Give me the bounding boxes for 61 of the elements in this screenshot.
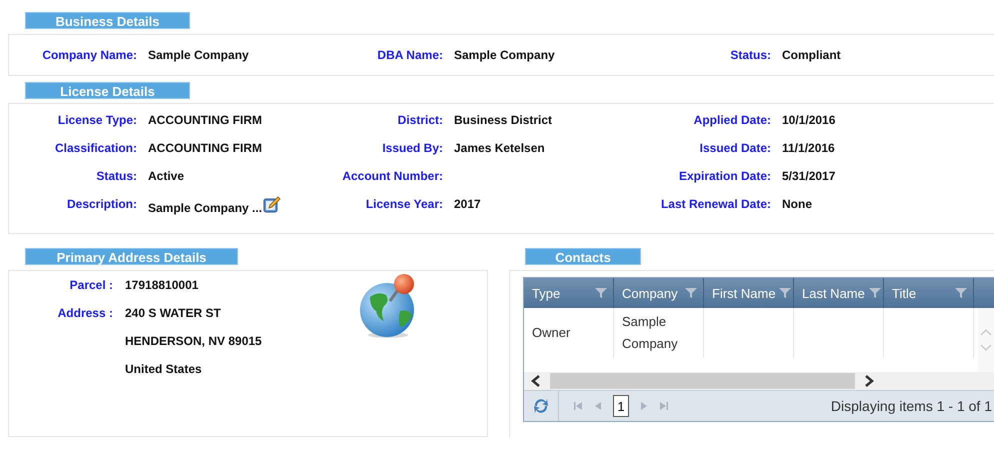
field-label: Address : <box>56 305 114 322</box>
field-value: 10/1/2016 <box>782 113 836 127</box>
refresh-icon[interactable] <box>532 397 550 415</box>
field-label: Parcel : <box>68 277 114 294</box>
field-label: Status: <box>729 48 772 62</box>
field-value: ACCOUNTING FIRM <box>148 141 262 155</box>
table-cell-text: Sample Company <box>622 313 679 353</box>
field-value: Sample Company ... <box>148 201 262 215</box>
field-value: Active <box>148 169 184 183</box>
column-header[interactable]: Type <box>524 278 614 308</box>
field-value: None <box>782 197 812 211</box>
filter-icon[interactable] <box>869 287 881 299</box>
section-header: Contacts <box>525 248 641 265</box>
field-value: 5/31/2017 <box>782 169 836 183</box>
field-label: Status: <box>95 169 138 183</box>
field-value: 17918810001 <box>125 277 200 294</box>
filter-icon[interactable] <box>779 287 791 299</box>
column-header[interactable]: First Name <box>704 278 794 308</box>
field-label: Applied Date: <box>692 113 772 127</box>
section-header: License Details <box>25 82 190 99</box>
field-value: Business District <box>454 113 552 127</box>
field-label: Expiration Date: <box>678 169 772 183</box>
field-value: Compliant <box>782 48 842 62</box>
field-label: Last Renewal Date: <box>660 197 772 211</box>
section-header: Primary Address Details <box>25 248 238 265</box>
last-page-icon[interactable] <box>659 401 669 411</box>
first-page-icon[interactable] <box>573 401 583 411</box>
field-label: Classification: <box>54 141 138 155</box>
field-value: ACCOUNTING FIRM <box>148 113 262 127</box>
pager-status: Displaying items 1 - 1 of 1 <box>830 398 993 414</box>
previous-page-icon[interactable] <box>593 401 603 411</box>
field-label: Issued By: <box>381 141 444 155</box>
filter-icon[interactable] <box>955 287 967 299</box>
horizontal-scrollbar[interactable] <box>524 372 994 390</box>
field-label: Description: <box>66 197 138 211</box>
vertical-scrollbar[interactable] <box>978 308 994 372</box>
next-page-icon[interactable] <box>639 401 649 411</box>
field-value: 11/1/2016 <box>782 141 835 155</box>
field-value: 2017 <box>454 197 481 211</box>
field-label: License Type: <box>56 113 138 127</box>
column-header[interactable]: Company <box>614 278 704 308</box>
address-line: 240 S WATER ST <box>125 305 222 322</box>
page-number[interactable]: 1 <box>613 395 629 417</box>
edit-icon[interactable] <box>263 195 282 213</box>
section-header: Business Details <box>25 12 190 29</box>
filter-icon[interactable] <box>685 287 697 299</box>
field-value: James Ketelsen <box>454 141 545 155</box>
column-header[interactable]: Last Name <box>794 278 884 308</box>
field-label: Account Number: <box>341 169 444 183</box>
column-header[interactable]: Title <box>884 278 974 308</box>
field-label: Issued Date: <box>698 141 772 155</box>
field-value: Sample Company <box>148 48 250 62</box>
address-line: United States <box>125 361 203 378</box>
field-label: DBA Name: <box>376 48 444 62</box>
table-cell-text: Owner <box>532 324 570 342</box>
address-line: HENDERSON, NV 89015 <box>125 333 263 350</box>
filter-icon[interactable] <box>595 287 607 299</box>
field-label: License Year: <box>364 197 444 211</box>
field-value: Sample Company <box>454 48 556 62</box>
field-label: Company Name: <box>41 48 138 62</box>
field-label: District: <box>396 113 444 127</box>
